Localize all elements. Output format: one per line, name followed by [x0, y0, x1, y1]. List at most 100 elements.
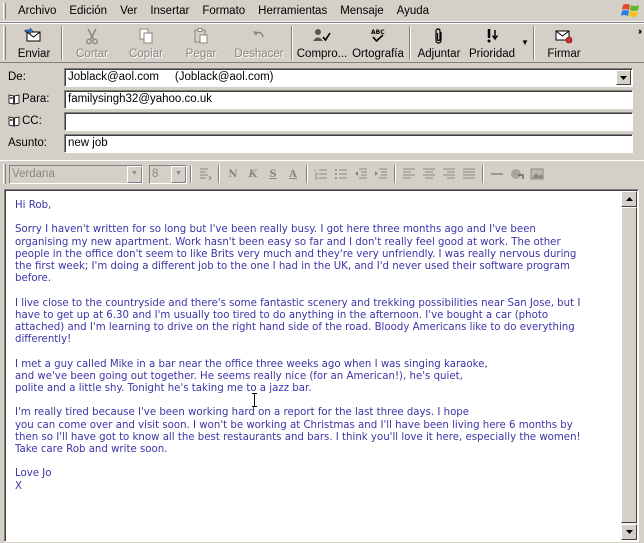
align-right-icon[interactable]	[441, 166, 457, 182]
send-icon	[24, 26, 44, 46]
undo-button[interactable]: Deshacer	[229, 23, 289, 63]
menu-insertar[interactable]: Insertar	[144, 1, 196, 21]
from-row: De: Joblack@aol.com (Joblack@aol.com)	[0, 67, 644, 89]
menu-mensaje[interactable]: Mensaje	[334, 1, 390, 21]
text-line: attached) and I'm learning to drive on t…	[15, 322, 575, 333]
format-separator	[190, 165, 192, 183]
scissors-icon	[82, 26, 102, 46]
cc-row: CC:	[0, 111, 644, 133]
subject-value: new job	[68, 137, 108, 149]
from-select[interactable]: Joblack@aol.com (Joblack@aol.com)	[64, 68, 633, 87]
text-line: I'm really tired because I've been worki…	[15, 407, 470, 419]
text-line: differently!	[15, 334, 72, 346]
toolbar-separator	[533, 26, 535, 60]
menu-bar: Archivo Edición Ver Insertar Formato Her…	[0, 0, 644, 22]
sign-icon	[554, 26, 574, 46]
priority-dropdown-arrow[interactable]: ▼	[519, 23, 531, 62]
send-button[interactable]: Enviar	[9, 23, 59, 63]
format-toolbar-grip[interactable]	[3, 164, 6, 184]
hyperlink-icon[interactable]	[509, 166, 525, 182]
spelling-button[interactable]: ABC Ortografía	[349, 23, 407, 63]
toolbar: Enviar Cortar Copiar Pegar Deshacer Comp…	[0, 22, 644, 63]
toolbar-grip[interactable]	[3, 26, 6, 60]
vertical-scrollbar[interactable]	[621, 191, 637, 540]
to-field[interactable]: familysingh32@yahoo.co.uk	[64, 90, 633, 109]
paste-button[interactable]: Pegar	[173, 23, 229, 63]
scroll-down-button[interactable]	[621, 524, 637, 540]
text-line: before.	[15, 273, 52, 285]
text-cursor-icon	[252, 393, 257, 407]
horizontal-line-icon[interactable]	[489, 166, 505, 182]
message-body-editor[interactable]: Hi Rob, Sorry I haven't written for so l…	[4, 189, 639, 542]
cc-address-book-button[interactable]: CC:	[8, 115, 42, 127]
cut-button[interactable]: Cortar	[65, 23, 119, 63]
subject-row: Asunto: new job	[0, 133, 644, 155]
from-dropdown-button[interactable]	[616, 70, 631, 85]
attach-button[interactable]: Adjuntar	[413, 23, 465, 63]
cc-label: CC:	[22, 115, 42, 127]
copy-label: Copiar	[129, 48, 163, 60]
paragraph-style-icon[interactable]	[197, 166, 213, 182]
paragraph-1: Sorry I haven't written for so long but …	[15, 224, 612, 285]
message-body-text[interactable]: Hi Rob, Sorry I haven't written for so l…	[15, 200, 612, 538]
text-line: X	[15, 480, 22, 492]
menu-herramientas[interactable]: Herramientas	[252, 1, 334, 21]
paperclip-icon	[429, 26, 449, 46]
toolbar-separator	[291, 26, 293, 60]
bold-icon[interactable]: N	[225, 166, 241, 182]
underline-icon[interactable]: S	[265, 166, 281, 182]
scroll-up-button[interactable]	[621, 191, 637, 207]
text-line: you can come over and visit soon. I won'…	[15, 419, 573, 431]
menu-grip[interactable]	[3, 2, 6, 19]
address-book-icon	[8, 116, 20, 126]
undo-icon	[249, 26, 269, 46]
text-line: Take care Rob and write soon.	[15, 444, 168, 455]
greeting: Hi Rob,	[15, 200, 52, 211]
to-value: familysingh32@yahoo.co.uk	[68, 93, 213, 105]
chevron-down-icon: ▼	[171, 165, 186, 183]
paragraph-2: I live close to the countryside and ther…	[15, 298, 612, 347]
increase-indent-icon[interactable]	[373, 166, 389, 182]
menu-ayuda[interactable]: Ayuda	[391, 1, 436, 21]
copy-button[interactable]: Copiar	[119, 23, 173, 63]
chevron-up-icon	[625, 197, 633, 201]
to-row: Para: familysingh32@yahoo.co.uk	[0, 89, 644, 111]
windows-logo-icon	[621, 4, 639, 17]
menu-ver[interactable]: Ver	[114, 1, 144, 21]
check-names-label: Compro...	[296, 48, 348, 60]
align-left-icon[interactable]	[401, 166, 417, 182]
format-separator	[306, 165, 308, 183]
check-names-button[interactable]: Compro...	[295, 23, 349, 63]
menu-edicion[interactable]: Edición	[63, 1, 114, 21]
bullet-list-icon[interactable]	[333, 166, 349, 182]
font-name-select[interactable]: Verdana ▼	[9, 164, 143, 184]
cut-label: Cortar	[76, 48, 108, 60]
priority-button[interactable]: Prioridad	[465, 23, 519, 63]
signoff: Love Jo X	[15, 468, 612, 492]
menu-formato[interactable]: Formato	[196, 1, 252, 21]
sign-button[interactable]: Firmar	[537, 23, 591, 63]
text-line: polite and a little shy. Tonight he's ta…	[15, 383, 312, 394]
paste-icon	[191, 26, 211, 46]
format-separator	[218, 165, 220, 183]
font-color-icon[interactable]: A	[285, 166, 301, 182]
decrease-indent-icon[interactable]	[353, 166, 369, 182]
priority-icon	[482, 26, 502, 46]
from-value: Joblack@aol.com (Joblack@aol.com)	[68, 71, 274, 83]
insert-picture-icon[interactable]	[529, 166, 545, 182]
sign-label: Firmar	[547, 48, 581, 60]
font-size-select[interactable]: 8 ▼	[149, 164, 187, 184]
italic-icon[interactable]: K	[245, 166, 261, 182]
to-address-book-button[interactable]: Para:	[8, 93, 50, 105]
subject-field[interactable]: new job	[64, 134, 633, 153]
toolbar-overflow-chevron-icon[interactable]: ››	[638, 26, 642, 36]
cc-field[interactable]	[64, 112, 633, 131]
justify-icon[interactable]	[461, 166, 477, 182]
numbered-list-icon[interactable]	[313, 166, 329, 182]
paragraph-3: I met a guy called Mike in a bar near th…	[15, 359, 612, 396]
scroll-thumb[interactable]	[621, 207, 637, 523]
menu-archivo[interactable]: Archivo	[12, 1, 63, 21]
align-center-icon[interactable]	[421, 166, 437, 182]
text-line: people in the office don't seem to like …	[15, 248, 577, 260]
attach-label: Adjuntar	[417, 48, 461, 60]
